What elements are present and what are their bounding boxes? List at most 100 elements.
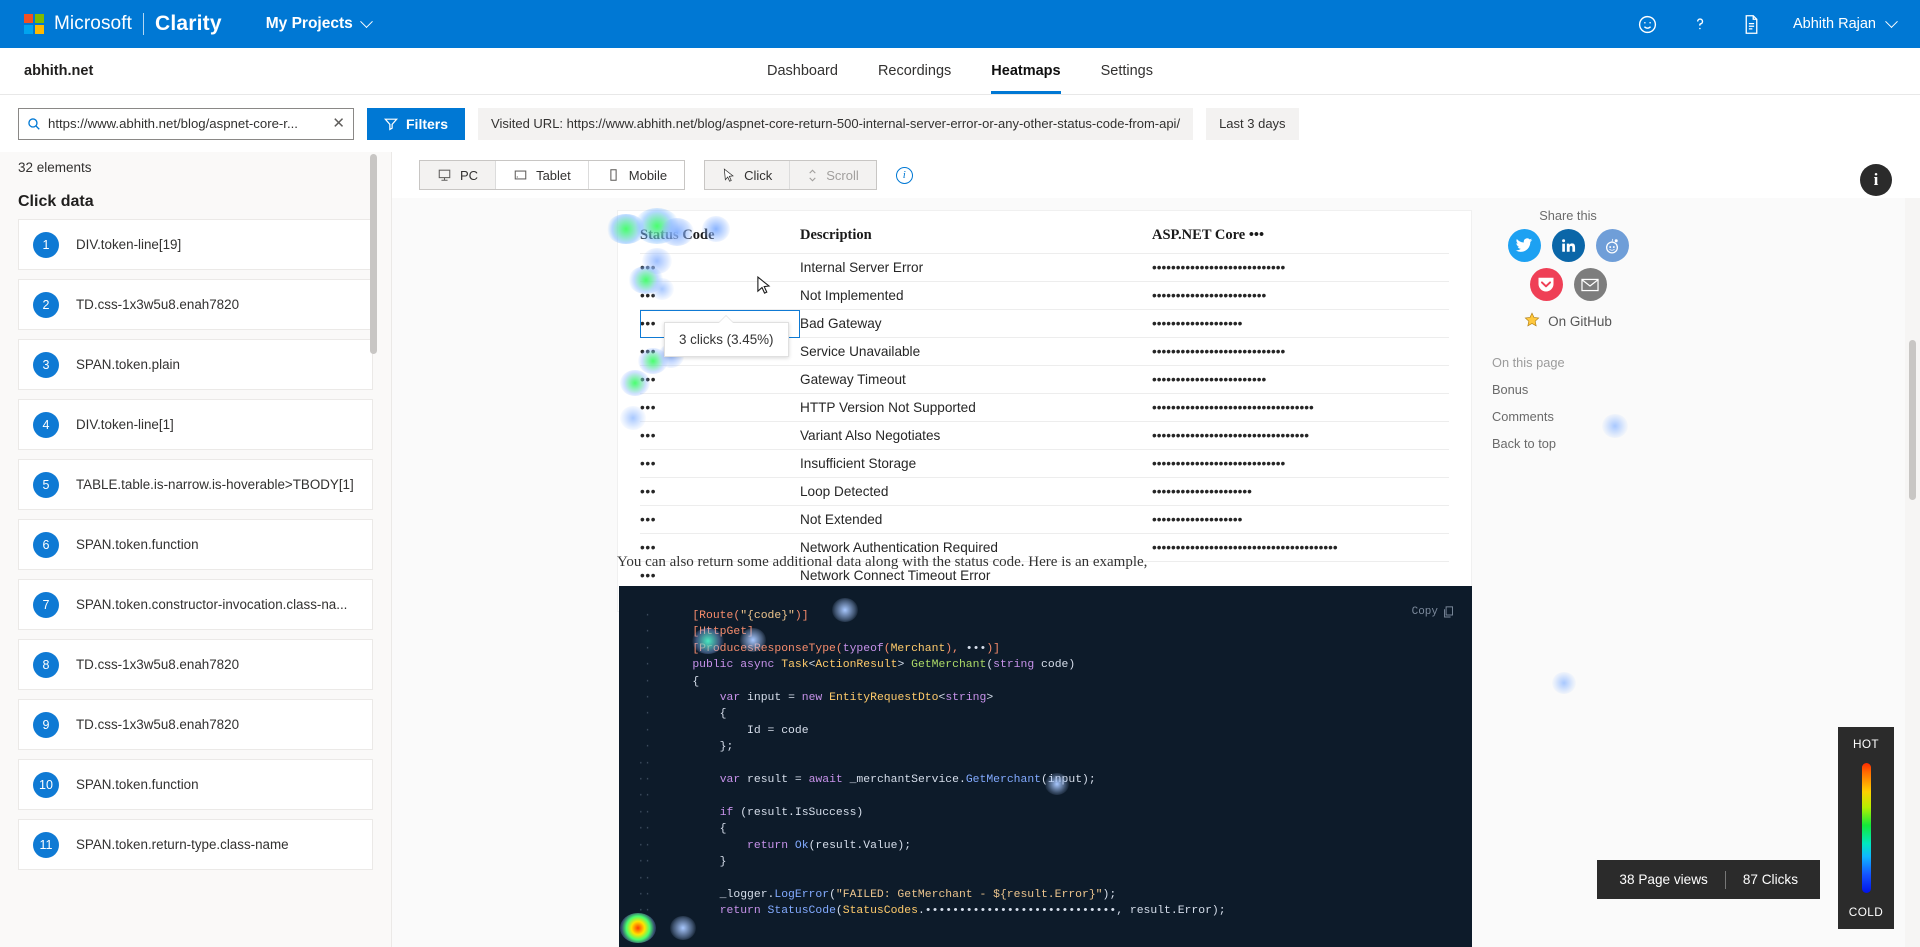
smiley-icon[interactable] [1637,14,1658,35]
cell-status-code[interactable]: ••• [640,394,800,422]
device-pc-button[interactable]: PC [420,161,496,189]
heatmap-stage: PC Tablet Mobile [392,152,1920,947]
linkedin-icon[interactable] [1552,229,1585,262]
stage-scrollbar-thumb[interactable] [1909,340,1916,500]
heatmap-legend: HOT COLD [1838,727,1894,929]
my-projects-dropdown[interactable]: My Projects [266,15,371,33]
main-nav-tabs: Dashboard Recordings Heatmaps Settings [767,48,1153,94]
table-row[interactable]: ••• Insufficient Storage •••••••••••••••… [640,450,1449,478]
gutter: ·· [619,871,665,887]
device-mobile-button[interactable]: Mobile [589,161,684,189]
heatmap-toolbar: PC Tablet Mobile [392,152,1920,198]
copy-code-button[interactable]: Copy [1412,604,1454,620]
on-github-link[interactable]: On GitHub [1492,312,1644,331]
list-item[interactable]: 1 DIV.token-line[19] [18,219,373,270]
reddit-icon[interactable] [1596,229,1629,262]
gutter: ·· [619,838,665,854]
page-views-stat: 38 Page views [1619,872,1707,887]
microsoft-logo-icon [24,14,44,34]
url-search-box[interactable]: https://www.abhith.net/blog/aspnet-core-… [18,108,354,140]
legend-hot-label: HOT [1853,737,1879,751]
filter-toolbar: https://www.abhith.net/blog/aspnet-core-… [0,95,1920,152]
cell-description: Variant Also Negotiates [800,422,1152,450]
list-item-label: SPAN.token.plain [76,357,180,372]
tab-heatmaps[interactable]: Heatmaps [991,48,1060,94]
list-item[interactable]: 11 SPAN.token.return-type.class-name [18,819,373,870]
pocket-icon[interactable] [1530,268,1563,301]
table-row[interactable]: ••• Variant Also Negotiates ••••••••••••… [640,422,1449,450]
table-row[interactable]: ••• Not Implemented ••••••••••••••••••••… [640,282,1449,310]
mode-scroll-button[interactable]: Scroll [790,161,876,189]
list-item[interactable]: 5 TABLE.table.is-narrow.is-hoverable>TBO… [18,459,373,510]
table-row[interactable]: ••• Loop Detected ••••••••••••••••••••• [640,478,1449,506]
content-split: 32 elements Click data 1 DIV.token-line[… [0,152,1920,947]
date-range-chip[interactable]: Last 3 days [1206,108,1299,140]
toc-item-bonus[interactable]: Bonus [1492,382,1752,397]
sidebar-scrollbar[interactable] [370,154,377,354]
cell-status-code[interactable]: ••• [640,254,800,282]
legend-gradient-bar [1862,763,1871,893]
document-icon[interactable] [1742,14,1761,35]
heatmap-mode-switcher: Click Scroll [704,160,877,190]
mode-click-button[interactable]: Click [705,161,790,189]
device-tablet-button[interactable]: Tablet [496,161,589,189]
cell-status-code[interactable]: ••• [640,422,800,450]
page-paragraph: You can also return some additional data… [617,554,1147,571]
filters-button[interactable]: Filters [367,108,465,140]
twitter-icon[interactable] [1508,229,1541,262]
rank-badge: 10 [33,772,59,798]
list-item[interactable]: 6 SPAN.token.function [18,519,373,570]
table-row[interactable]: ••• Internal Server Error ••••••••••••••… [640,254,1449,282]
list-item[interactable]: 9 TD.css-1x3w5u8.enah7820 [18,699,373,750]
list-item[interactable]: 4 DIV.token-line[1] [18,399,373,450]
filter-icon [384,117,398,131]
cell-status-code[interactable]: ••• [640,282,800,310]
list-item-label: TABLE.table.is-narrow.is-hoverable>TBODY… [76,477,354,492]
emulated-page-viewport: Status Code Description ASP.NET Core •••… [392,198,1920,947]
clear-search-icon[interactable]: ✕ [332,116,345,131]
toc-item-back-to-top[interactable]: Back to top [1492,436,1752,451]
search-input-value[interactable]: https://www.abhith.net/blog/aspnet-core-… [48,116,325,131]
cell-description: Not Implemented [800,282,1152,310]
tab-recordings[interactable]: Recordings [878,48,951,94]
gutter: · [619,657,665,673]
list-item[interactable]: 2 TD.css-1x3w5u8.enah7820 [18,279,373,330]
rank-badge: 4 [33,412,59,438]
help-icon[interactable] [1690,14,1710,34]
share-buttons [1492,229,1644,301]
tablet-icon [513,168,528,182]
list-item-label: DIV.token-line[19] [76,237,181,252]
cell-description: Bad Gateway [800,310,1152,338]
info-icon[interactable]: i [896,167,913,184]
tab-settings[interactable]: Settings [1101,48,1153,94]
code-line: ·· return StatusCode(StatusCodes.•••••••… [619,903,1472,919]
list-item[interactable]: 10 SPAN.token.function [18,759,373,810]
rank-badge: 9 [33,712,59,738]
cell-aspnet: ••••••••••••••••••• [1152,310,1449,338]
list-item[interactable]: 3 SPAN.token.plain [18,339,373,390]
cell-status-code[interactable]: ••• [640,366,800,394]
email-icon[interactable] [1574,268,1607,301]
gutter: · [619,608,665,624]
cell-status-code[interactable]: ••• [640,478,800,506]
click-data-list: 1 DIV.token-line[19] 2 TD.css-1x3w5u8.en… [18,219,391,870]
rank-badge: 3 [33,352,59,378]
visited-url-chip[interactable]: Visited URL: https://www.abhith.net/blog… [478,108,1193,140]
user-menu[interactable]: Abhith Rajan [1793,16,1896,32]
list-item[interactable]: 8 TD.css-1x3w5u8.enah7820 [18,639,373,690]
monitor-icon [437,168,452,182]
list-item[interactable]: 7 SPAN.token.constructor-invocation.clas… [18,579,373,630]
tab-dashboard[interactable]: Dashboard [767,48,838,94]
cell-aspnet: •••••••••••••••••••••••••••• [1152,254,1449,282]
table-row[interactable]: ••• HTTP Version Not Supported •••••••••… [640,394,1449,422]
cell-aspnet [1152,562,1449,590]
code-line: ·· [619,756,1472,772]
cell-status-code[interactable]: ••• [640,450,800,478]
table-row[interactable]: ••• Gateway Timeout ••••••••••••••••••••… [640,366,1449,394]
cell-status-code[interactable]: ••• [640,506,800,534]
rank-badge: 11 [33,832,59,858]
table-row[interactable]: ••• Not Extended ••••••••••••••••••• [640,506,1449,534]
gutter: · [619,674,665,690]
toc-item-comments[interactable]: Comments [1492,409,1752,424]
page-info-button[interactable]: i [1860,164,1892,196]
